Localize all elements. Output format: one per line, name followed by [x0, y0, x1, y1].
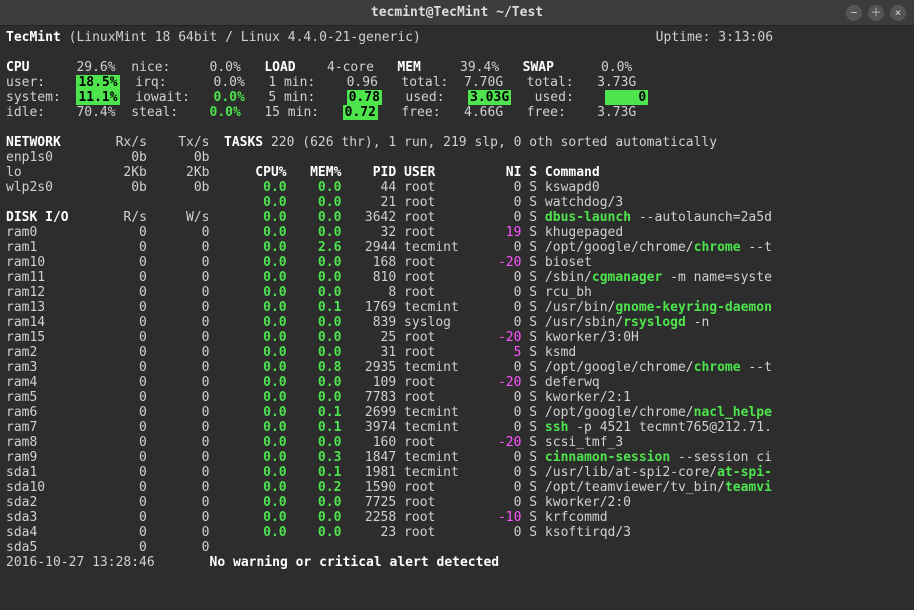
- body-row: sda2 0 0 0.0 0.0 7725 root 0 S kworker/2…: [6, 495, 908, 510]
- idle-value: 70.4%: [76, 105, 115, 120]
- steal-label: steal:: [131, 105, 178, 120]
- body-row: sda5 0 0: [6, 540, 908, 555]
- load5-label: 5 min:: [268, 90, 315, 105]
- load1-label: 1 min:: [268, 75, 315, 90]
- iowait-value: 0.0%: [214, 90, 245, 105]
- lower-section: NETWORK Rx/s Tx/sTASKS 220 (626 thr), 1 …: [6, 135, 908, 555]
- iowait-label: iowait:: [135, 90, 190, 105]
- cpu-label: CPU: [6, 60, 29, 75]
- maximize-icon[interactable]: ＋: [868, 5, 884, 21]
- body-row: sda3 0 0 0.0 0.0 2258 root -10 S krfcomm…: [6, 510, 908, 525]
- load15-value: 0.72: [343, 105, 378, 120]
- swapfree-value: 3.73G: [597, 105, 636, 120]
- memused-value: 3.03G: [468, 90, 511, 105]
- memtotal-value: 7.70G: [464, 75, 503, 90]
- body-row: ram14 0 0 0.0 0.0 839 syslog 0 S /usr/sb…: [6, 315, 908, 330]
- body-row: ram5 0 0 0.0 0.0 7783 root 0 S kworker/2…: [6, 390, 908, 405]
- body-row: sda10 0 0 0.0 0.2 1590 root 0 S /opt/tea…: [6, 480, 908, 495]
- window-title: tecmint@TecMint ~/Test: [371, 5, 543, 20]
- mem-label: MEM: [397, 60, 420, 75]
- body-row: enp1s0 0b 0b: [6, 150, 908, 165]
- footer-msg: No warning or critical alert detected: [210, 555, 500, 570]
- body-row: ram12 0 0 0.0 0.0 8 root 0 S rcu_bh: [6, 285, 908, 300]
- swap-label: SWAP: [523, 60, 554, 75]
- swaptotal-value: 3.73G: [597, 75, 636, 90]
- swapused-value: 0: [638, 90, 646, 105]
- body-row: ram6 0 0 0.0 0.1 2699 tecmint 0 S /opt/g…: [6, 405, 908, 420]
- body-row: ram2 0 0 0.0 0.0 31 root 5 S ksmd: [6, 345, 908, 360]
- close-icon[interactable]: ×: [890, 5, 906, 21]
- uptime-value: 3:13:06: [718, 30, 773, 45]
- user-label: user:: [6, 75, 45, 90]
- memtotal-label: total:: [401, 75, 448, 90]
- load15-label: 15 min:: [264, 105, 319, 120]
- body-row: 0.0 0.0 21 root 0 S watchdog/3: [6, 195, 908, 210]
- body-row: NETWORK Rx/s Tx/sTASKS 220 (626 thr), 1 …: [6, 135, 908, 150]
- body-row: ram7 0 0 0.0 0.1 3974 tecmint 0 S ssh -p…: [6, 420, 908, 435]
- stats-row-1: CPU 29.6% nice: 0.0% LOAD 4-core MEM 39.…: [6, 60, 908, 75]
- body-row: lo 2Kb 2Kb CPU% MEM% PID USER NI S Comma…: [6, 165, 908, 180]
- body-row: sda1 0 0 0.0 0.1 1981 tecmint 0 S /usr/l…: [6, 465, 908, 480]
- stats-row-3: system: 11.1% iowait: 0.0% 5 min: 0.78 u…: [6, 90, 908, 105]
- load-label: LOAD: [264, 60, 295, 75]
- memused-label: used:: [405, 90, 444, 105]
- body-row: ram11 0 0 0.0 0.0 810 root 0 S /sbin/cgm…: [6, 270, 908, 285]
- stats-row-2: user: 18.5% irq: 0.0% 1 min: 0.96 total:…: [6, 75, 908, 90]
- header-line: TecMint (LinuxMint 18 64bit / Linux 4.4.…: [6, 30, 908, 45]
- steal-value: 0.0%: [210, 105, 241, 120]
- terminal[interactable]: TecMint (LinuxMint 18 64bit / Linux 4.4.…: [0, 26, 914, 574]
- body-row: ram10 0 0 0.0 0.0 168 root -20 S bioset: [6, 255, 908, 270]
- body-row: wlp2s0 0b 0b 0.0 0.0 44 root 0 S kswapd0: [6, 180, 908, 195]
- mem-pct: 39.4%: [460, 60, 499, 75]
- minimize-icon[interactable]: −: [846, 5, 862, 21]
- load-cores: 4-core: [327, 60, 374, 75]
- titlebar: tecmint@TecMint ~/Test − ＋ ×: [0, 0, 914, 26]
- memfree-value: 4.66G: [464, 105, 503, 120]
- idle-label: idle:: [6, 105, 45, 120]
- app-name: TecMint: [6, 30, 61, 45]
- footer-line: 2016-10-27 13:28:46 No warning or critic…: [6, 555, 908, 570]
- footer-time: 2016-10-27 13:28:46: [6, 555, 155, 570]
- body-row: ram13 0 0 0.0 0.1 1769 tecmint 0 S /usr/…: [6, 300, 908, 315]
- body-row: ram1 0 0 0.0 2.6 2944 tecmint 0 S /opt/g…: [6, 240, 908, 255]
- body-row: ram0 0 0 0.0 0.0 32 root 19 S khugepaged: [6, 225, 908, 240]
- swapfree-label: free:: [527, 105, 566, 120]
- nice-label: nice:: [131, 60, 170, 75]
- user-value: 18.5%: [76, 75, 119, 90]
- system-value: 11.1%: [76, 90, 119, 105]
- swapused-label: used:: [535, 90, 574, 105]
- sys-info: (LinuxMint 18 64bit / Linux 4.4.0-21-gen…: [69, 30, 421, 45]
- window-controls: − ＋ ×: [846, 5, 906, 21]
- body-row: ram9 0 0 0.0 0.3 1847 tecmint 0 S cinnam…: [6, 450, 908, 465]
- nice-value: 0.0%: [210, 60, 241, 75]
- load5-value: 0.78: [347, 90, 382, 105]
- memfree-label: free:: [401, 105, 440, 120]
- body-row: ram8 0 0 0.0 0.0 160 root -20 S scsi_tmf…: [6, 435, 908, 450]
- swap-pct: 0.0%: [601, 60, 632, 75]
- load1-value: 0.96: [347, 75, 378, 90]
- system-label: system:: [6, 90, 61, 105]
- stats-row-4: idle: 70.4% steal: 0.0% 15 min: 0.72 fre…: [6, 105, 908, 120]
- body-row: ram4 0 0 0.0 0.0 109 root -20 S deferwq: [6, 375, 908, 390]
- irq-label: irq:: [135, 75, 166, 90]
- irq-value: 0.0%: [214, 75, 245, 90]
- body-row: ram15 0 0 0.0 0.0 25 root -20 S kworker/…: [6, 330, 908, 345]
- body-row: sda4 0 0 0.0 0.0 23 root 0 S ksoftirqd/3: [6, 525, 908, 540]
- body-row: ram3 0 0 0.0 0.8 2935 tecmint 0 S /opt/g…: [6, 360, 908, 375]
- uptime-label: Uptime:: [656, 30, 719, 45]
- swaptotal-label: total:: [527, 75, 574, 90]
- body-row: DISK I/O R/s W/s 0.0 0.0 3642 root 0 S d…: [6, 210, 908, 225]
- cpu-total: 29.6%: [76, 60, 115, 75]
